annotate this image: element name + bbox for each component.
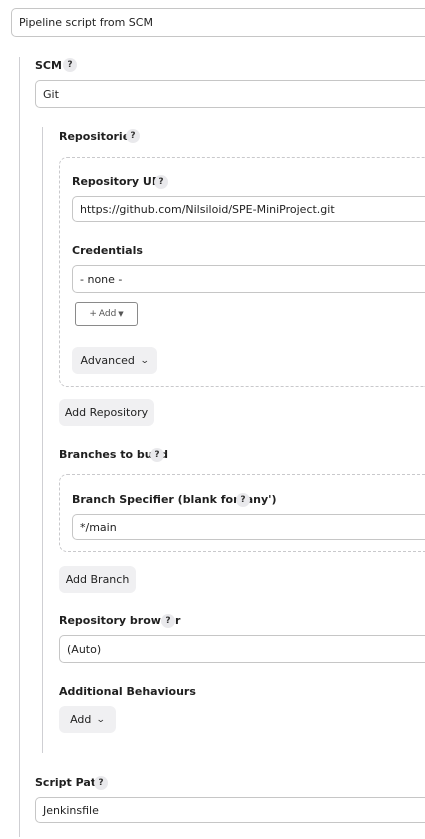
branch-specifier-value: */main <box>80 520 117 534</box>
help-icon[interactable]: ? <box>126 129 140 143</box>
scm-select-value: Git <box>43 87 59 101</box>
caret-down-icon: ▼ <box>118 310 124 318</box>
scm-section-border <box>19 57 20 837</box>
repository-browser-select[interactable]: (Auto) <box>59 635 425 663</box>
credentials-label: Credentials <box>72 244 143 257</box>
scm-label: SCM <box>35 59 62 72</box>
additional-behaviours-label: Additional Behaviours <box>59 685 196 698</box>
credentials-select-value: - none - <box>80 272 123 286</box>
help-icon[interactable]: ? <box>94 776 108 790</box>
help-icon[interactable]: ? <box>63 58 77 72</box>
branch-entry <box>59 474 425 552</box>
branch-specifier-input[interactable]: */main <box>72 514 425 540</box>
add-repository-button[interactable]: Add Repository <box>59 399 154 426</box>
git-section-border <box>42 127 43 753</box>
script-path-input[interactable]: Jenkinsfile <box>35 797 425 823</box>
help-icon[interactable]: ? <box>236 493 250 507</box>
add-credentials-button[interactable]: + Add ▼ <box>75 302 138 326</box>
help-icon[interactable]: ? <box>154 175 168 189</box>
chevron-down-icon: ⌄ <box>139 355 150 366</box>
help-icon[interactable]: ? <box>161 614 175 628</box>
plus-icon: + <box>89 309 97 319</box>
help-icon[interactable]: ? <box>150 448 164 462</box>
add-branch-button[interactable]: Add Branch <box>59 566 136 593</box>
repository-url-value: https://github.com/Nilsiloid/SPE-MiniPro… <box>80 202 335 216</box>
definition-select[interactable]: Pipeline script from SCM <box>11 8 425 37</box>
advanced-button[interactable]: Advanced ⌄ <box>72 347 157 374</box>
credentials-select[interactable]: - none - <box>72 265 425 293</box>
scm-select[interactable]: Git <box>35 80 425 108</box>
chevron-down-icon: ⌄ <box>96 714 107 725</box>
add-behaviour-button[interactable]: Add ⌄ <box>59 706 116 733</box>
definition-select-value: Pipeline script from SCM <box>19 16 153 29</box>
repository-url-input[interactable]: https://github.com/Nilsiloid/SPE-MiniPro… <box>72 196 425 222</box>
repository-browser-value: (Auto) <box>67 642 102 656</box>
script-path-value: Jenkinsfile <box>43 803 99 817</box>
